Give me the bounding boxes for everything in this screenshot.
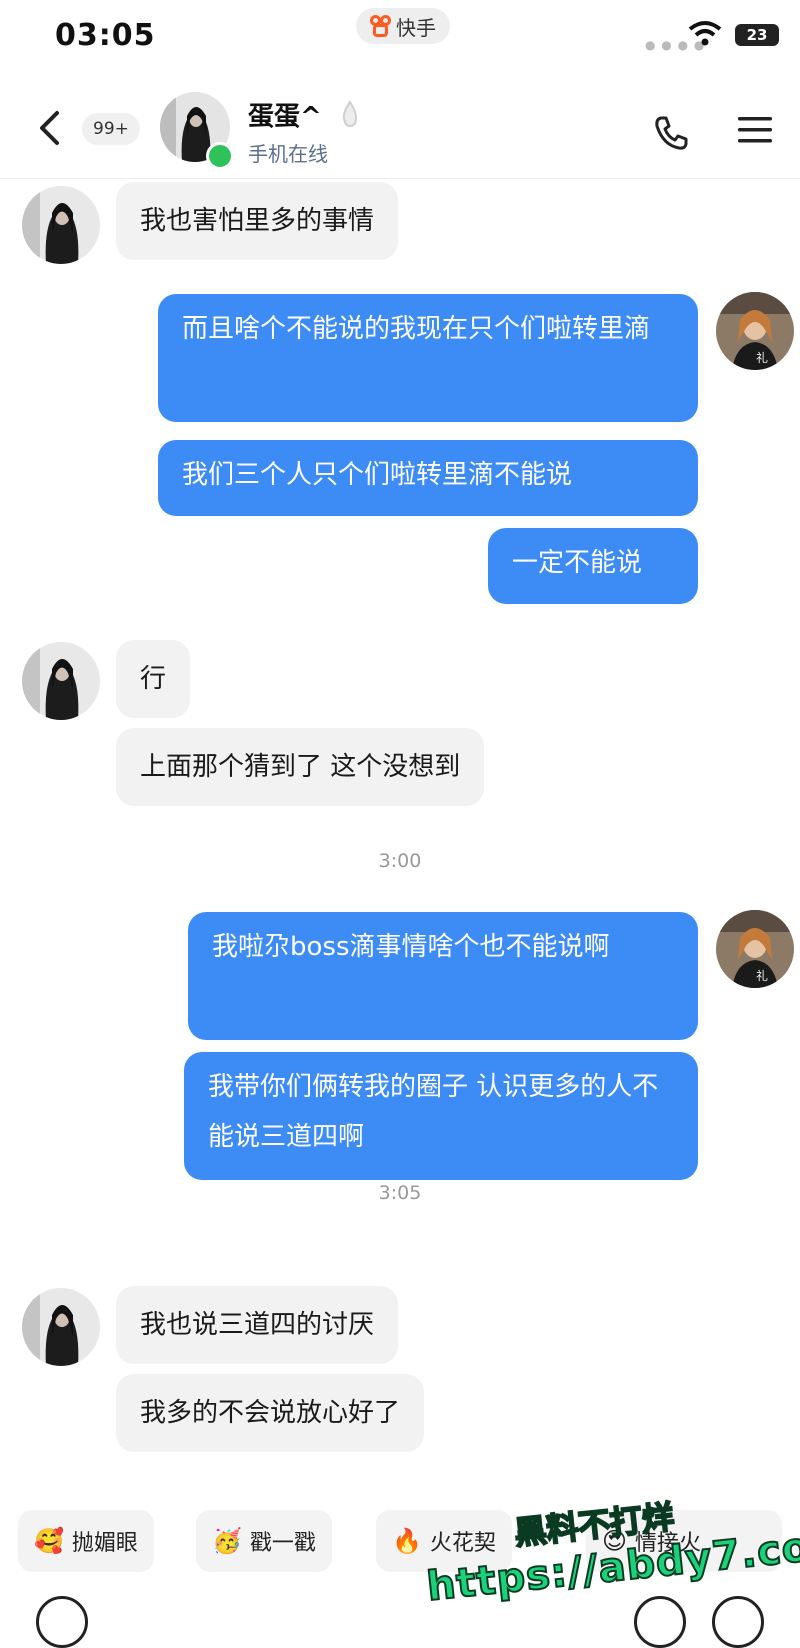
incoming-message[interactable]: 上面那个猜到了 这个没想到 — [116, 728, 485, 806]
wifi-icon — [688, 21, 722, 46]
quick-action-label: 情接火 — [635, 1531, 702, 1556]
flame-icon — [342, 100, 358, 128]
quick-action-wink[interactable]: 🥰 抛媚眼 — [18, 1510, 154, 1572]
wink-emoji-icon: 🥰 — [34, 1527, 64, 1555]
back-arrow-icon[interactable] — [35, 110, 65, 146]
chat-header: 99+ 蛋蛋^ 手机在线 — [0, 80, 800, 179]
poke-emoji-icon: 🥳 — [212, 1527, 242, 1555]
quick-action-label: 抛媚眼 — [71, 1531, 138, 1556]
contact-online-status: 手机在线 — [248, 142, 328, 166]
app-indicator[interactable]: 快手 — [356, 8, 450, 44]
online-status-dot — [206, 142, 234, 170]
status-time: 03:05 — [55, 18, 156, 53]
outgoing-message[interactable]: 而且啥个不能说的我现在只个们啦转里滴 — [158, 294, 698, 422]
outgoing-message[interactable]: 我们三个人只个们啦转里滴不能说 — [158, 440, 698, 516]
emotion-emoji-icon: 😍 — [602, 1527, 628, 1555]
outgoing-message[interactable]: 我啦尕boss滴事情啥个也不能说啊 — [188, 912, 698, 1040]
menu-icon[interactable] — [736, 114, 774, 146]
incoming-message[interactable]: 我也害怕里多的事情 — [116, 182, 399, 260]
quick-action-label: 火花契 — [429, 1531, 496, 1556]
app-name: 快手 — [396, 15, 436, 40]
contact-message-avatar[interactable] — [22, 186, 100, 264]
contact-name[interactable]: 蛋蛋^ — [248, 96, 322, 133]
contact-message-avatar[interactable] — [22, 1288, 100, 1366]
quick-action-spark[interactable]: 🔥 火花契 — [376, 1510, 512, 1572]
contact-message-avatar[interactable] — [22, 642, 100, 720]
svg-text:礼: 礼 — [756, 968, 768, 983]
quick-action-emotion[interactable]: 😍 情接火 — [586, 1510, 782, 1572]
kuaishou-logo-icon — [370, 15, 392, 37]
message-timestamp: 3:00 — [378, 850, 422, 872]
message-list[interactable]: 我也害怕里多的事情 而且啥个不能说的我现在只个们啦转里滴 礼 我们三个人只个们啦… — [0, 178, 800, 1498]
flame-icon: 🔥 — [392, 1527, 422, 1555]
message-timestamp: 3:05 — [378, 1182, 422, 1204]
quick-action-bar: 🥰 抛媚眼 🥳 戳一戳 🔥 火花契 😍 情接火 — [0, 1500, 800, 1580]
status-bar: 03:05 快手 ● ● ● ● 23 — [0, 0, 800, 80]
my-avatar[interactable]: 礼 — [716, 910, 794, 988]
phone-call-icon[interactable] — [652, 114, 690, 152]
add-more-icon[interactable] — [712, 1596, 764, 1648]
battery-indicator: 23 — [735, 24, 779, 46]
message-input-row — [0, 1590, 800, 1648]
incoming-message[interactable]: 我也说三道四的讨厌 — [116, 1286, 399, 1364]
quick-action-poke[interactable]: 🥳 戳一戳 — [196, 1510, 332, 1572]
emoji-picker-icon[interactable] — [634, 1596, 686, 1648]
incoming-message[interactable]: 行 — [116, 640, 191, 718]
svg-text:礼: 礼 — [756, 350, 768, 365]
quick-action-label: 戳一戳 — [249, 1531, 316, 1556]
outgoing-message[interactable]: 我带你们俩转我的圈子 认识更多的人不能说三道四啊 — [184, 1052, 698, 1180]
my-avatar[interactable]: 礼 — [716, 292, 794, 370]
unread-count-badge[interactable]: 99+ — [82, 113, 140, 145]
incoming-message[interactable]: 我多的不会说放心好了 — [116, 1374, 425, 1452]
outgoing-message[interactable]: 一定不能说 — [488, 528, 698, 604]
voice-input-icon[interactable] — [36, 1596, 88, 1648]
